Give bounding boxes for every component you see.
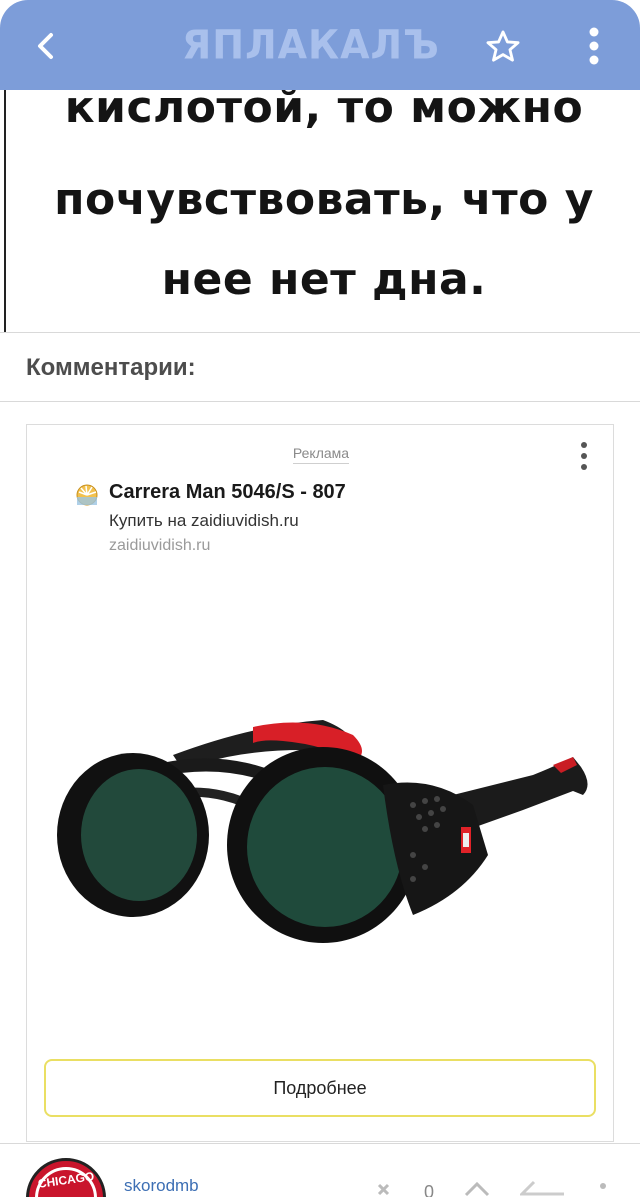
comment-username[interactable]: skorodmb [124,1176,199,1196]
ad-menu-button[interactable] [569,439,599,473]
ad-title[interactable]: Carrera Man 5046/S - 807 [109,481,346,504]
meme-line-3: нее нет дна. [161,254,487,305]
chevron-left-icon [38,33,53,59]
more-vertical-icon [589,27,599,65]
overflow-menu-button[interactable] [574,22,614,70]
more-vertical-icon [581,442,587,470]
sunglasses-product-image[interactable] [53,695,589,955]
site-logo[interactable]: ЯПЛАКАЛЪ [182,20,462,70]
reply-icon[interactable] [520,1180,566,1197]
ad-card[interactable]: Реклама Carrera Man 5046/S - 807 Купить … [26,424,614,1142]
chevron-up-icon[interactable] [462,1180,492,1197]
back-button[interactable] [22,22,70,70]
app-header: ЯПЛАКАЛЪ [0,0,640,90]
minus-vote-icon[interactable] [376,1180,406,1197]
avatar[interactable]: CHICAGO [26,1158,106,1197]
comment-rating: 0 [424,1182,435,1197]
divider [0,401,640,402]
favorite-button[interactable] [480,24,526,70]
advertiser-favicon-icon [76,484,98,506]
ad-domain: zaidiuvidish.ru [109,537,211,554]
ad-label: Реклама [27,445,615,464]
more-vertical-icon[interactable] [598,1180,608,1197]
post-image: кислотой, то можно почувствовать, что у … [4,70,640,332]
meme-line-2: почувствовать, что у [54,174,594,225]
ad-details-button[interactable]: Подробнее [44,1059,596,1117]
star-outline-icon [486,30,520,62]
site-logo-text: ЯПЛАКАЛЪ [182,21,440,69]
screen: { "header": { "logo_text": "ЯПЛАКАЛЪ", "… [0,0,640,1197]
ad-subtitle: Купить на zaidiuvidish.ru [109,511,299,530]
comment-item: CHICAGO skorodmb 0 [0,1144,640,1197]
comments-heading: Комментарии: [26,354,196,381]
divider [0,332,640,333]
